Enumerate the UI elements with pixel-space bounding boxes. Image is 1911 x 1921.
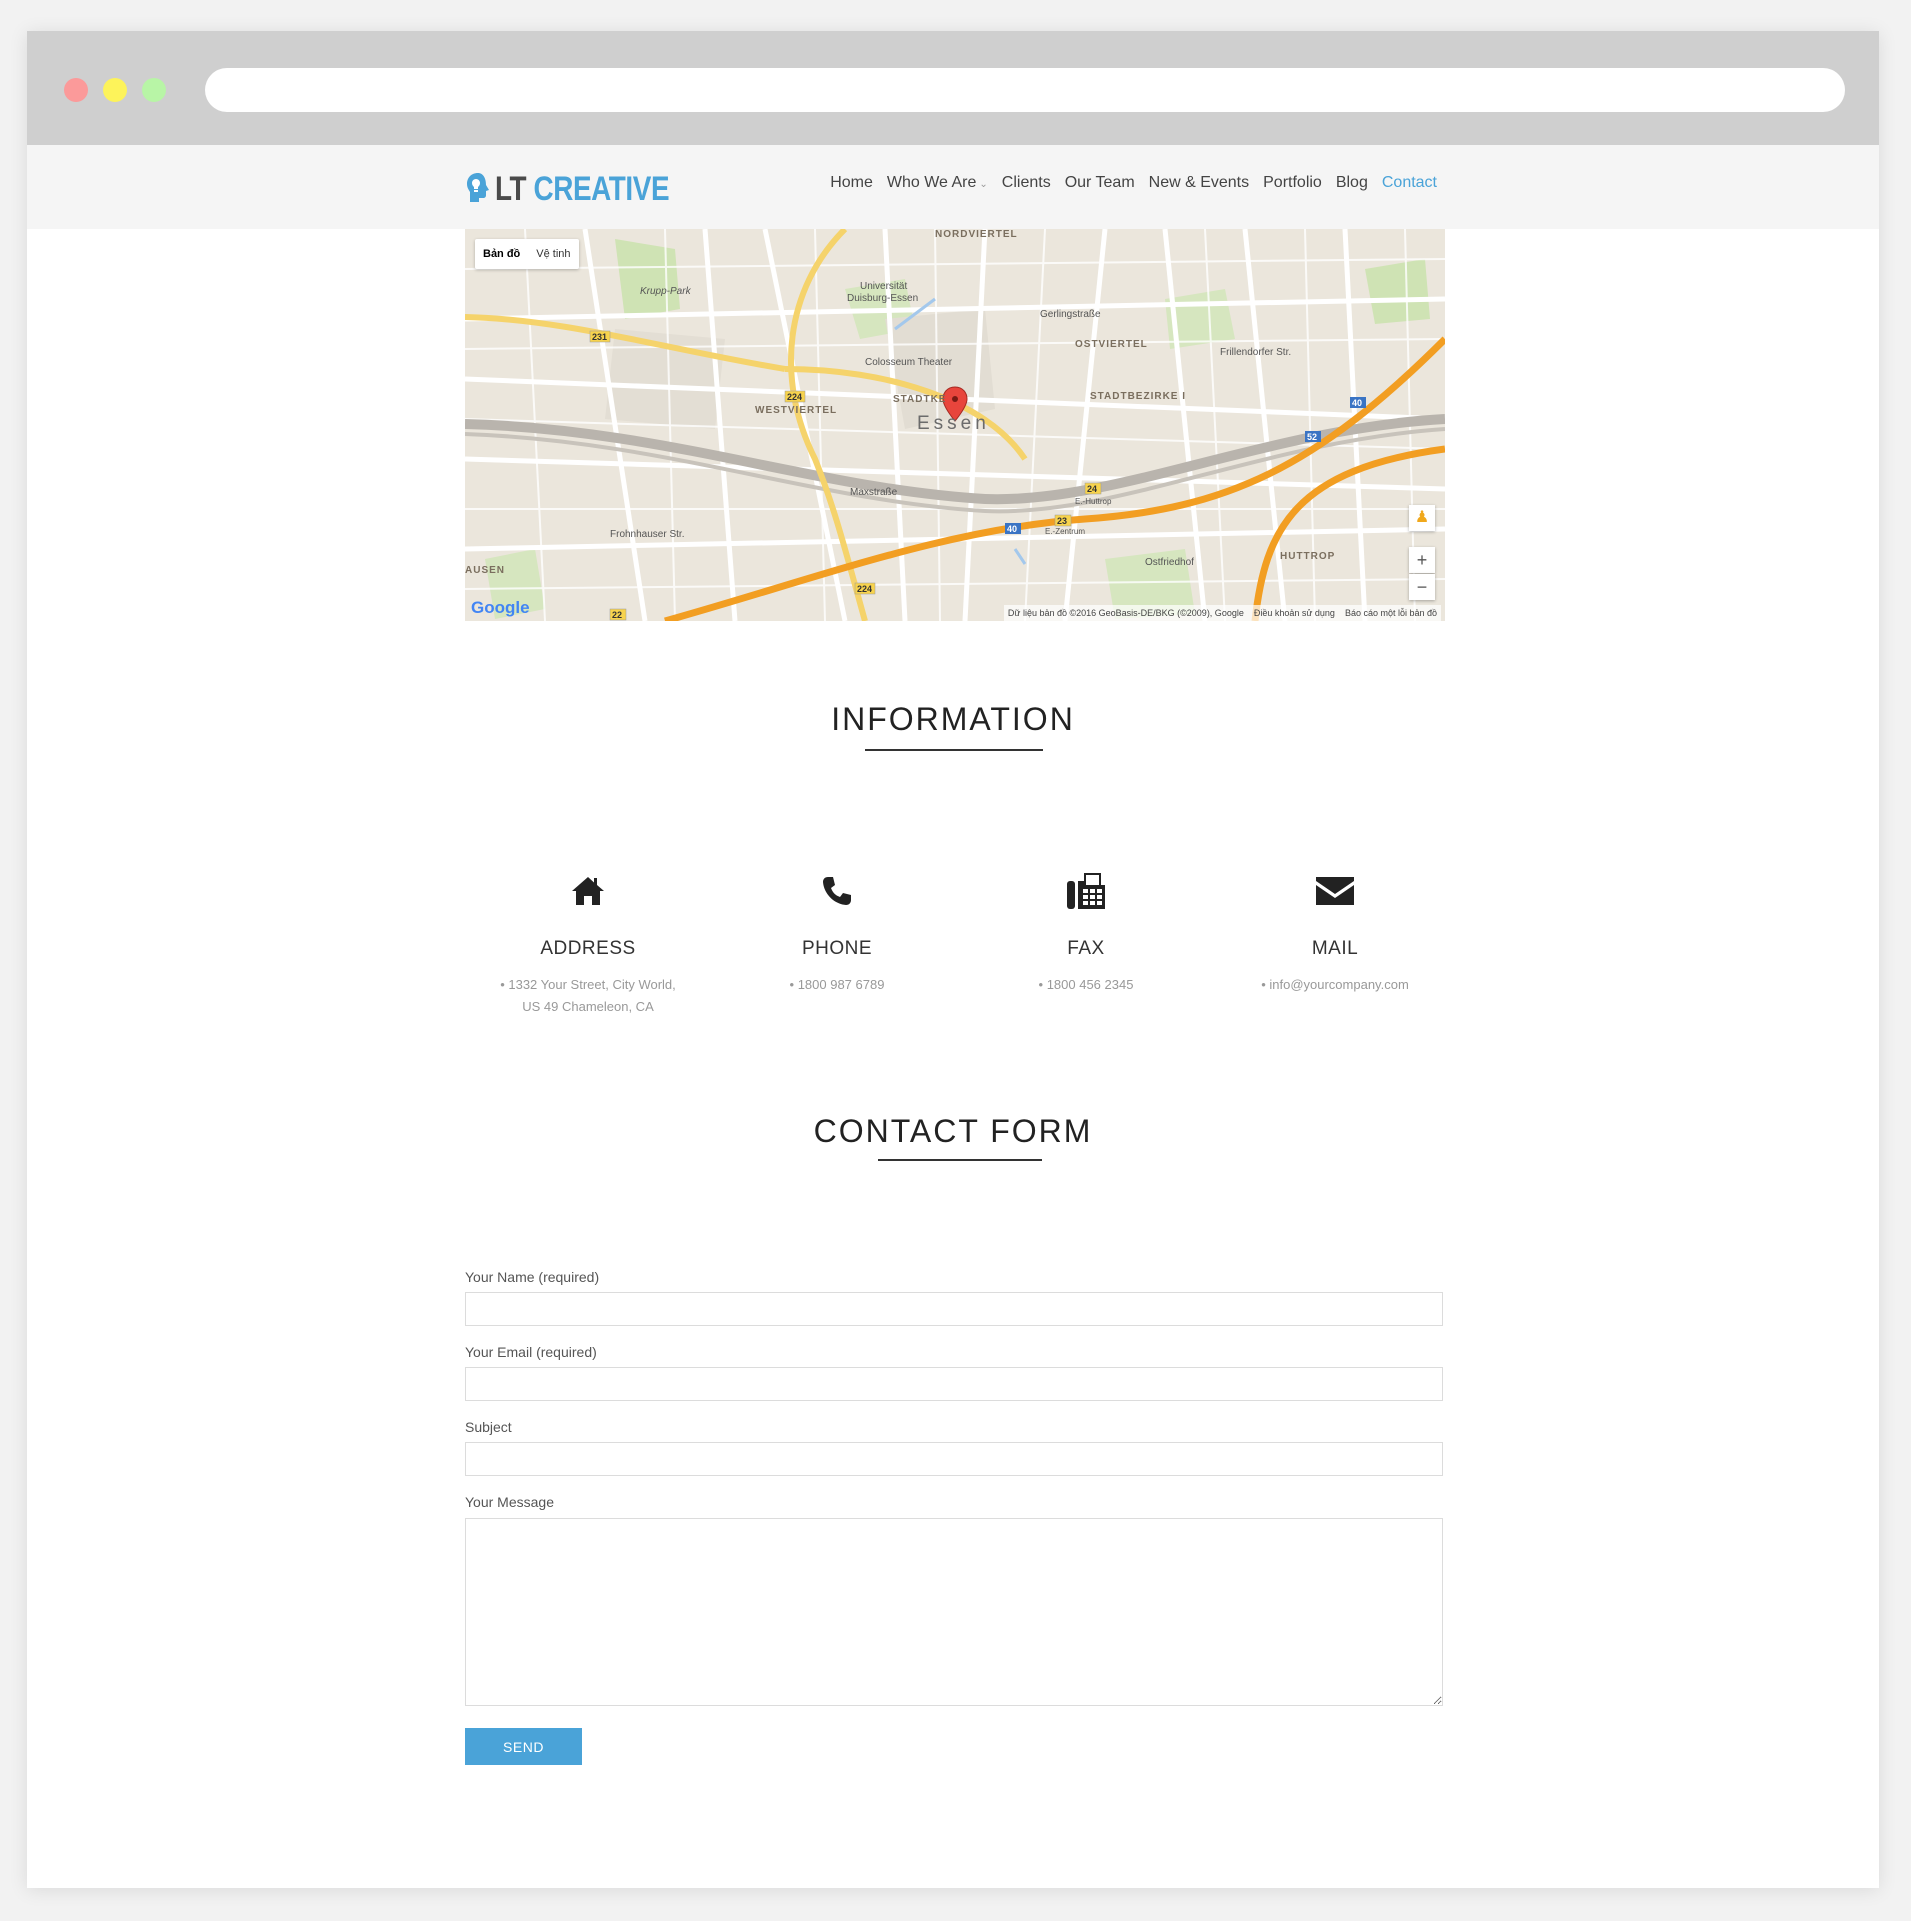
nav-item-clients[interactable]: Clients [1002, 172, 1051, 196]
contact-form-title: CONTACT FORM [813, 1113, 1093, 1149]
info-text: • info@yourcompany.com [1220, 974, 1450, 996]
brand-name: LT CREATIVE [495, 170, 670, 208]
map-city-label: Essen [917, 413, 990, 434]
info-title: ADDRESS [540, 938, 636, 959]
minimize-window-button[interactable] [103, 78, 127, 102]
map-label: WESTVIERTEL [755, 405, 838, 416]
map-label: Krupp-Park [640, 286, 691, 297]
info-address: ADDRESS • 1332 Your Street, City World, … [473, 866, 703, 1018]
email-label: Your Email (required) [465, 1344, 597, 1360]
road-shield: 224 [787, 392, 802, 402]
browser-chrome [27, 31, 1879, 145]
nav-item-our-team[interactable]: Our Team [1065, 172, 1135, 196]
info-title: FAX [1067, 938, 1105, 959]
road-shield: 231 [592, 332, 607, 342]
info-line: • info@yourcompany.com [1261, 977, 1409, 992]
map-terms-link[interactable]: Điều khoản sử dụng [1254, 605, 1335, 621]
subject-label: Subject [465, 1419, 512, 1435]
brand-name-part2: CREATIVE [533, 170, 670, 208]
info-line: • 1332 Your Street, City World, [500, 977, 676, 992]
address-bar[interactable] [205, 68, 1845, 112]
map-report-link[interactable]: Báo cáo một lỗi bản đồ [1345, 605, 1437, 621]
map-type-satellite-button[interactable]: Vệ tinh [528, 239, 578, 269]
info-line: US 49 Chameleon, CA [522, 999, 654, 1014]
map-label: NORDVIERTEL [935, 229, 1018, 240]
info-mail: MAIL • info@yourcompany.com [1220, 866, 1450, 996]
lightbulb-head-icon [467, 173, 489, 202]
road-shield: 52 [1307, 432, 1317, 442]
info-line: • 1800 987 6789 [789, 977, 885, 992]
mail-icon [1316, 877, 1354, 905]
map-type-map-button[interactable]: Bản đồ [475, 239, 528, 269]
name-label: Your Name (required) [465, 1269, 600, 1285]
send-button[interactable]: SEND [465, 1728, 582, 1765]
map-label: Frohnhauser Str. [610, 529, 685, 540]
title-underline [865, 749, 1043, 751]
map-attribution: Dữ liệu bản đồ ©2016 GeoBasis-DE/BKG (©2… [1003, 605, 1441, 621]
info-phone: PHONE • 1800 987 6789 [722, 866, 952, 996]
main-nav: Home Who We Are ⌄ Clients Our Team New & … [816, 172, 1437, 196]
info-fax: FAX • 1800 456 2345 [971, 866, 1201, 996]
map-label: OSTVIERTEL [1075, 339, 1148, 350]
nav-item-contact[interactable]: Contact [1382, 172, 1437, 196]
information-title: INFORMATION [831, 701, 1075, 737]
browser-window: LT CREATIVE Home Who We Are ⌄ Clients Our… [27, 31, 1879, 1888]
map-label: E.-Huttrop [1075, 497, 1112, 506]
email-input[interactable] [465, 1367, 1443, 1401]
nav-item-news-events[interactable]: New & Events [1149, 172, 1249, 196]
maximize-window-button[interactable] [142, 78, 166, 102]
info-line: • 1800 456 2345 [1038, 977, 1134, 992]
road-shield: 23 [1057, 516, 1067, 526]
google-logo-text: Google [471, 598, 530, 617]
close-window-button[interactable] [64, 78, 88, 102]
message-textarea[interactable] [465, 1518, 1443, 1706]
info-text: • 1332 Your Street, City World, US 49 Ch… [473, 974, 703, 1018]
phone-icon [823, 877, 851, 905]
map-label: HUTTROP [1280, 551, 1336, 562]
home-icon [572, 877, 604, 905]
map-label: STADTKE [893, 394, 947, 405]
name-input[interactable] [465, 1292, 1443, 1326]
info-title: PHONE [801, 938, 873, 959]
zoom-out-button[interactable]: − [1409, 574, 1435, 600]
nav-item-label: Who We Are [886, 174, 977, 191]
nav-item-home[interactable]: Home [830, 172, 873, 196]
road-shield: 224 [857, 584, 872, 594]
nav-item-who-we-are[interactable]: Who We Are ⌄ [887, 172, 988, 196]
map-label: Universität [860, 281, 908, 292]
zoom-in-button[interactable]: + [1409, 547, 1435, 573]
chevron-down-icon: ⌄ [979, 179, 988, 190]
google-logo[interactable]: Google [471, 598, 530, 618]
map-type-control: Bản đồ Vệ tinh [475, 239, 579, 269]
map-data-attribution: Dữ liệu bản đồ ©2016 GeoBasis-DE/BKG (©2… [1007, 608, 1244, 618]
road-shield: 40 [1007, 524, 1017, 534]
nav-item-blog[interactable]: Blog [1336, 172, 1368, 196]
nav-item-portfolio[interactable]: Portfolio [1263, 172, 1322, 196]
map-label: Duisburg-Essen [847, 293, 919, 304]
map-label: Frillendorfer Str. [1220, 347, 1292, 358]
site-header: LT CREATIVE Home Who We Are ⌄ Clients Our… [27, 145, 1879, 229]
map-label: Colosseum Theater [865, 357, 953, 368]
info-title: MAIL [1311, 938, 1359, 959]
message-label: Your Message [465, 1494, 554, 1510]
road-shield: 40 [1352, 398, 1362, 408]
fax-icon [1067, 873, 1105, 909]
site-logo[interactable]: LT CREATIVE [465, 171, 707, 207]
title-underline [878, 1159, 1042, 1161]
subject-input[interactable] [465, 1442, 1443, 1476]
road-shield: 24 [1087, 484, 1097, 494]
brand-name-part1: LT [495, 170, 527, 208]
info-text: • 1800 456 2345 [971, 974, 1201, 996]
map-label: Ostfriedhof [1145, 557, 1194, 568]
street-view-pegman-icon[interactable]: ♟ [1409, 505, 1435, 531]
map-label: E.-Zentrum [1045, 527, 1086, 536]
location-map[interactable]: 231 224 40 52 24 23 40 224 22 NORDVIERTE… [465, 229, 1445, 621]
map-label: Gerlingstraße [1040, 309, 1101, 320]
map-label: AUSEN [465, 565, 506, 576]
road-shield: 22 [612, 610, 622, 620]
map-label: Maxstraße [850, 487, 898, 498]
info-text: • 1800 987 6789 [722, 974, 952, 996]
map-label: STADTBEZIRKE I [1090, 391, 1187, 402]
